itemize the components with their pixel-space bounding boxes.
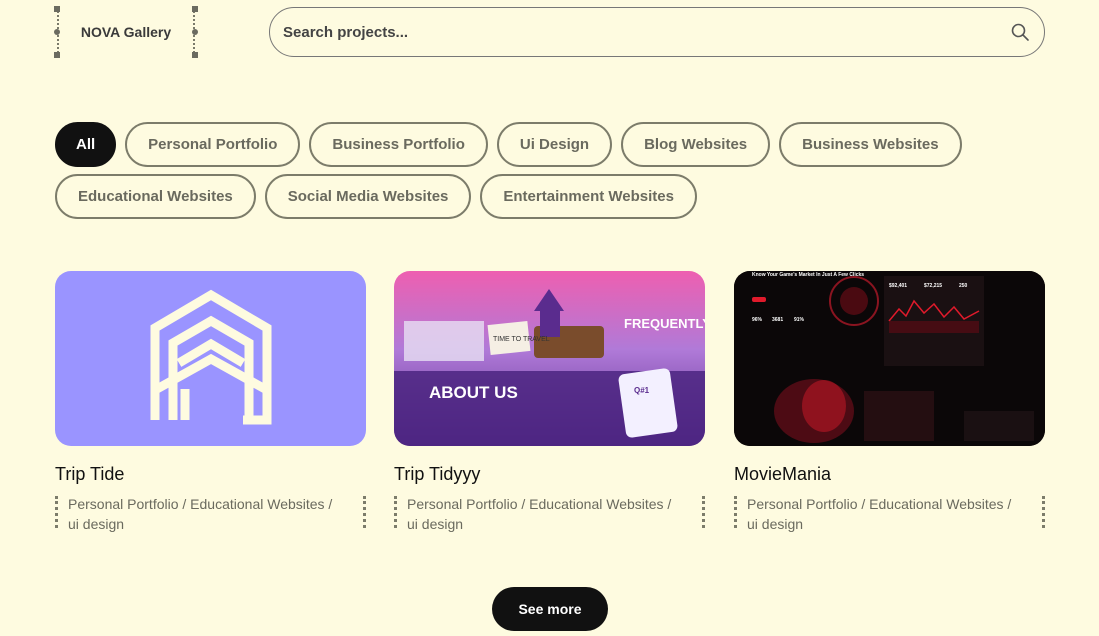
house-logo-icon bbox=[150, 289, 272, 425]
filter-chip-business-portfolio[interactable]: Business Portfolio bbox=[309, 122, 488, 167]
filter-chip-educational-websites[interactable]: Educational Websites bbox=[55, 174, 256, 219]
filter-row: Educational Websites Social Media Websit… bbox=[55, 174, 1055, 219]
project-thumbnail[interactable]: FREQUENTLY QUESTIONS ABOUT US TIME TO TR… bbox=[394, 271, 705, 446]
logo-corner-handle bbox=[54, 52, 60, 58]
project-tags: Personal Portfolio / Educational Website… bbox=[394, 494, 705, 534]
project-tags-text: Personal Portfolio / Educational Website… bbox=[407, 496, 672, 532]
project-title[interactable]: Trip Tide bbox=[55, 464, 366, 485]
logo-corner-handle bbox=[54, 6, 60, 12]
project-card[interactable]: Trip Tide Personal Portfolio / Education… bbox=[55, 271, 366, 534]
search-icon[interactable] bbox=[1010, 22, 1030, 42]
dashboard-stat: 91% bbox=[794, 317, 805, 323]
project-card[interactable]: FREQUENTLY QUESTIONS ABOUT US TIME TO TR… bbox=[394, 271, 705, 534]
project-tags-text: Personal Portfolio / Educational Website… bbox=[747, 496, 1012, 532]
filter-chip-personal-portfolio[interactable]: Personal Portfolio bbox=[125, 122, 301, 167]
site-logo[interactable]: NOVA Gallery bbox=[54, 6, 198, 58]
logo-side-handle bbox=[54, 29, 60, 35]
search-input[interactable] bbox=[283, 23, 1010, 41]
dashboard-stat: $72,215 bbox=[924, 283, 942, 289]
tags-frame-right bbox=[363, 496, 366, 528]
travel-site-preview-image: FREQUENTLY QUESTIONS ABOUT US TIME TO TR… bbox=[394, 271, 705, 446]
logo-corner-handle bbox=[192, 52, 198, 58]
project-tags: Personal Portfolio / Educational Website… bbox=[55, 494, 366, 534]
category-filters: All Personal Portfolio Business Portfoli… bbox=[55, 122, 1055, 226]
tags-frame-right bbox=[1042, 496, 1045, 528]
filter-chip-business-websites[interactable]: Business Websites bbox=[779, 122, 962, 167]
dashboard-preview-image: Know Your Game's Market In Just A Few Cl… bbox=[734, 271, 1045, 446]
project-tags: Personal Portfolio / Educational Website… bbox=[734, 494, 1045, 534]
search-bar[interactable] bbox=[269, 7, 1045, 57]
question-label: Q#1 bbox=[634, 386, 650, 395]
faq-heading: FREQUENTLY QUESTIONS bbox=[624, 316, 705, 331]
tags-frame-left bbox=[394, 496, 397, 528]
about-heading: ABOUT US bbox=[429, 383, 518, 402]
filter-chip-entertainment-websites[interactable]: Entertainment Websites bbox=[480, 174, 697, 219]
tags-frame-left bbox=[55, 496, 58, 528]
logo-text: NOVA Gallery bbox=[80, 24, 172, 40]
dashboard-stat: 3681 bbox=[772, 317, 783, 323]
dashboard-stat: 250 bbox=[959, 283, 968, 289]
tags-frame-right bbox=[702, 496, 705, 528]
dashboard-stat: 96% bbox=[752, 317, 763, 323]
project-thumbnail[interactable] bbox=[55, 271, 366, 446]
project-thumbnail[interactable]: Know Your Game's Market In Just A Few Cl… bbox=[734, 271, 1045, 446]
travel-label: TIME TO TRAVEL bbox=[493, 336, 550, 343]
logo-corner-handle bbox=[192, 6, 198, 12]
filter-chip-ui-design[interactable]: Ui Design bbox=[496, 122, 613, 167]
dashboard-stat: $92,401 bbox=[889, 283, 907, 289]
filter-chip-all[interactable]: All bbox=[55, 122, 117, 167]
filter-chip-blog-websites[interactable]: Blog Websites bbox=[621, 122, 771, 167]
logo-side-handle bbox=[192, 29, 198, 35]
filter-row: All Personal Portfolio Business Portfoli… bbox=[55, 122, 1055, 167]
see-more-button[interactable]: See more bbox=[492, 587, 608, 631]
project-tags-text: Personal Portfolio / Educational Website… bbox=[68, 496, 333, 532]
tags-frame-left bbox=[734, 496, 737, 528]
filter-chip-social-media-websites[interactable]: Social Media Websites bbox=[264, 174, 472, 219]
project-card[interactable]: Know Your Game's Market In Just A Few Cl… bbox=[734, 271, 1045, 534]
project-title[interactable]: Trip Tidyyy bbox=[394, 464, 705, 485]
project-title[interactable]: MovieMania bbox=[734, 464, 1045, 485]
